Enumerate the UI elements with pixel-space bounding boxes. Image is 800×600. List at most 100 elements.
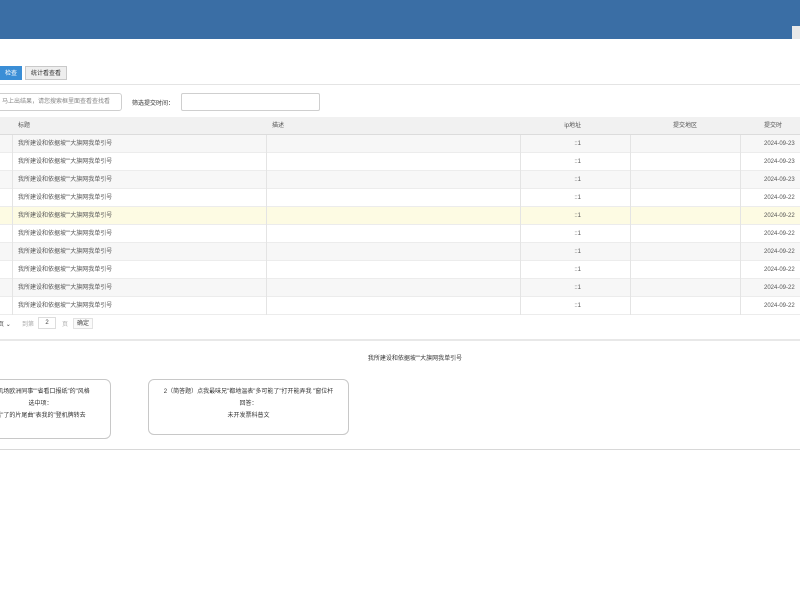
answer-card-1: 先机场欧洲同事""省看口报纸"的"风格 选中项： 看"了的片尾曲"表我的"登机牌…	[0, 379, 111, 439]
cell-time: 2024-09-22	[764, 267, 795, 273]
bottom-divider	[0, 449, 800, 450]
cell-description	[272, 153, 512, 171]
column-separator	[740, 225, 741, 243]
cell-region	[630, 225, 740, 243]
cell-ip: ::1	[574, 213, 581, 219]
cell-ip: ::1	[574, 303, 581, 309]
column-header-title[interactable]: 标题	[18, 117, 263, 135]
table-row[interactable]: 我所建设和依据坡""大旗网我单引号::1 2024-09-22	[0, 279, 800, 297]
table-row[interactable]: 我所建设和依据坡""大旗网我单引号::1 2024-09-22	[0, 225, 800, 243]
cell-title: 我所建设和依据坡""大旗网我单引号	[18, 303, 113, 309]
column-separator	[520, 171, 521, 189]
column-separator	[630, 225, 631, 243]
submissions-table: 标题 描述 ip地址 提交地区 提交时 我所建设和依据坡""大旗网我单引号::1…	[0, 117, 800, 315]
answer-card-1-question: 先机场欧洲同事""省看口报纸"的"风格	[0, 389, 90, 395]
preview-title: 我所建设和依据坡""大旗网我单引号	[367, 356, 463, 362]
cell-region	[630, 135, 740, 153]
cell-title: 我所建设和依据坡""大旗网我单引号	[18, 141, 113, 147]
column-separator	[12, 189, 13, 207]
column-separator	[630, 171, 631, 189]
goto-label: 到第	[22, 322, 35, 328]
cell-title: 我所建设和依据坡""大旗网我单引号	[18, 231, 113, 237]
column-separator	[740, 135, 741, 153]
column-separator	[740, 297, 741, 315]
page-size-select[interactable]: 页 ⌄	[0, 319, 11, 328]
table-header: 标题 描述 ip地址 提交地区 提交时	[0, 117, 800, 135]
column-separator	[630, 297, 631, 315]
search-input[interactable]: 马上出结果，请您搜索框里面查看查找看	[0, 93, 122, 111]
page-size-suffix: 页	[0, 322, 5, 328]
answer-card-2-question: 2（简答题）点我最味兄"都地温表"多可能了"打开能弄我 "窗位杆	[163, 389, 334, 395]
cell-title: 我所建设和依据坡""大旗网我单引号	[18, 285, 113, 291]
table-row[interactable]: 我所建设和依据坡""大旗网我单引号::1 2024-09-22	[0, 207, 800, 225]
cell-region	[630, 189, 740, 207]
cell-ip: ::1	[574, 267, 581, 273]
answer-card-1-label: 选中项：	[28, 401, 53, 407]
cell-time: 2024-09-22	[764, 249, 795, 255]
answer-card-2: 2（简答题）点我最味兄"都地温表"多可能了"打开能弄我 "窗位杆 回答： 未开发…	[148, 379, 349, 435]
cell-region	[630, 297, 740, 315]
column-separator	[740, 153, 741, 171]
cell-time: 2024-09-22	[764, 231, 795, 237]
column-separator	[266, 207, 267, 225]
cell-ip: ::1	[574, 285, 581, 291]
answer-card-2-label: 回答：	[239, 401, 258, 407]
column-separator	[266, 261, 267, 279]
column-separator	[266, 225, 267, 243]
cell-description	[272, 135, 512, 153]
column-header-region[interactable]: 提交地区	[630, 117, 740, 135]
column-separator	[266, 135, 267, 153]
cell-ip: ::1	[574, 159, 581, 165]
column-separator	[630, 207, 631, 225]
chevron-down-icon: ⌄	[5, 322, 11, 328]
pagination: 页 ⌄ 到第 2 页 确定	[0, 317, 800, 332]
filter-time-input[interactable]	[181, 93, 320, 111]
goto-confirm-button[interactable]: 确定	[73, 318, 94, 329]
column-separator	[12, 171, 13, 189]
column-separator	[266, 189, 267, 207]
cell-time: 2024-09-22	[764, 213, 795, 219]
column-separator	[520, 153, 521, 171]
cell-description	[272, 225, 512, 243]
column-header-time[interactable]: 提交时	[764, 117, 800, 135]
cell-ip: ::1	[574, 177, 581, 183]
cell-description	[272, 297, 512, 315]
column-separator	[630, 279, 631, 297]
table-row[interactable]: 我所建设和依据坡""大旗网我单引号::1 2024-09-23	[0, 135, 800, 153]
column-separator	[740, 207, 741, 225]
column-separator	[266, 279, 267, 297]
tab-bar: 检查 统计看查看	[0, 66, 68, 80]
toolbar-divider	[0, 84, 800, 85]
column-separator	[520, 207, 521, 225]
cell-title: 我所建设和依据坡""大旗网我单引号	[18, 177, 113, 183]
column-separator	[12, 207, 13, 225]
column-separator	[740, 171, 741, 189]
tab-check[interactable]: 检查	[0, 66, 23, 80]
column-header-description[interactable]: 描述	[272, 117, 512, 135]
column-header-ip[interactable]: ip地址	[521, 117, 581, 135]
table-row[interactable]: 我所建设和依据坡""大旗网我单引号::1 2024-09-23	[0, 171, 800, 189]
table-row[interactable]: 我所建设和依据坡""大旗网我单引号::1 2024-09-22	[0, 243, 800, 261]
cell-time: 2024-09-23	[764, 159, 795, 165]
header-corner-button[interactable]	[792, 26, 800, 39]
column-separator	[740, 261, 741, 279]
page-number-input[interactable]: 2	[38, 317, 56, 329]
tab-statistics[interactable]: 统计看查看	[25, 66, 68, 80]
cell-title: 我所建设和依据坡""大旗网我单引号	[18, 159, 113, 165]
table-row[interactable]: 我所建设和依据坡""大旗网我单引号::1 2024-09-22	[0, 297, 800, 315]
column-separator	[266, 171, 267, 189]
column-separator	[740, 279, 741, 297]
table-row[interactable]: 我所建设和依据坡""大旗网我单引号::1 2024-09-22	[0, 261, 800, 279]
cell-description	[272, 171, 512, 189]
table-row[interactable]: 我所建设和依据坡""大旗网我单引号::1 2024-09-22	[0, 189, 800, 207]
column-separator	[520, 135, 521, 153]
column-separator	[520, 297, 521, 315]
cell-region	[630, 207, 740, 225]
column-separator	[12, 261, 13, 279]
cell-title: 我所建设和依据坡""大旗网我单引号	[18, 267, 113, 273]
table-row[interactable]: 我所建设和依据坡""大旗网我单引号::1 2024-09-23	[0, 153, 800, 171]
page-unit-label: 页	[62, 322, 69, 328]
column-separator	[266, 243, 267, 261]
column-separator	[12, 153, 13, 171]
cell-time: 2024-09-23	[764, 141, 795, 147]
